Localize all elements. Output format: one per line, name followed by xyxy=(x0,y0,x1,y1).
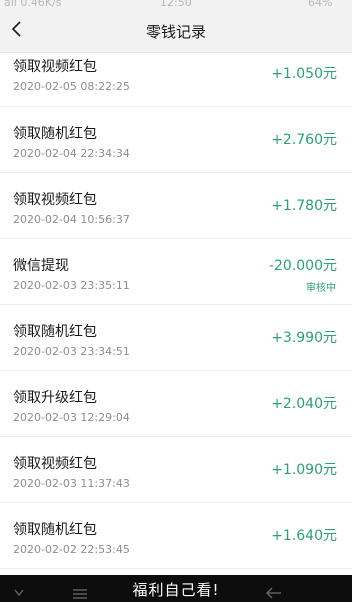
record-title: 领取视频红包 xyxy=(13,192,97,208)
record-amount: +1.050元 xyxy=(271,66,337,82)
list-item[interactable]: 微信提现 2020-02-03 23:35:11 -20.000元 审核中 xyxy=(0,239,352,305)
list-item[interactable]: 领取随机红包 2020-02-02 22:53:45 +1.640元 xyxy=(0,503,352,569)
list-item[interactable]: 领取随机红包 2020-02-04 22:34:34 +2.760元 xyxy=(0,107,352,173)
signal-speed: all 0.46K/s xyxy=(4,0,62,9)
record-amount: -20.000元 xyxy=(268,258,337,274)
record-time: 2020-02-03 12:29:04 xyxy=(13,411,130,424)
page-title: 零钱记录 xyxy=(145,23,206,41)
list-item[interactable]: 领取视频红包 2020-02-03 11:37:43 +1.090元 xyxy=(0,437,352,503)
record-time: 2020-02-03 23:34:51 xyxy=(13,345,130,358)
record-title: 领取视频红包 xyxy=(13,456,97,472)
record-time: 2020-02-05 08:22:25 xyxy=(13,80,130,93)
record-list: 领取视频红包 2020-02-05 08:22:25 +1.050元 领取随机红… xyxy=(0,53,352,569)
bottom-caption: 福利自己看! xyxy=(132,581,220,599)
record-title: 领取升级红包 xyxy=(13,390,97,406)
record-amount: +1.640元 xyxy=(271,528,337,544)
bottom-caption-bar: 福利自己看! xyxy=(0,575,352,602)
clock: 12:50 xyxy=(160,0,192,9)
list-item[interactable]: 领取升级红包 2020-02-03 12:29:04 +2.040元 xyxy=(0,371,352,437)
record-time: 2020-02-04 22:34:34 xyxy=(13,147,130,160)
record-title: 微信提现 xyxy=(13,258,69,274)
record-title: 领取随机红包 xyxy=(13,522,97,538)
status-badge: 审核中 xyxy=(306,283,336,294)
status-bar: all 0.46K/s 12:50 64% xyxy=(0,0,352,10)
record-amount: +1.090元 xyxy=(271,462,337,478)
record-time: 2020-02-04 10:56:37 xyxy=(13,213,130,226)
record-time: 2020-02-02 22:53:45 xyxy=(13,543,130,556)
record-title: 领取视频红包 xyxy=(13,59,97,75)
list-item[interactable]: 领取随机红包 2020-02-03 23:34:51 +3.990元 xyxy=(0,305,352,371)
header: 零钱记录 xyxy=(0,10,352,53)
record-title: 领取随机红包 xyxy=(13,126,97,142)
record-amount: +2.760元 xyxy=(271,132,337,148)
record-title: 领取随机红包 xyxy=(13,324,97,340)
record-amount: +2.040元 xyxy=(271,396,337,412)
list-item[interactable]: 领取视频红包 2020-02-05 08:22:25 +1.050元 xyxy=(0,53,352,107)
screen: all 0.46K/s 12:50 64% 零钱记录 领取视频红包 2020-0… xyxy=(0,0,352,602)
record-time: 2020-02-03 11:37:43 xyxy=(13,477,130,490)
battery-level: 64% xyxy=(308,0,333,9)
list-item[interactable]: 领取视频红包 2020-02-04 10:56:37 +1.780元 xyxy=(0,173,352,239)
record-amount: +3.990元 xyxy=(271,330,337,346)
record-time: 2020-02-03 23:35:11 xyxy=(13,279,130,292)
record-amount: +1.780元 xyxy=(271,198,337,214)
